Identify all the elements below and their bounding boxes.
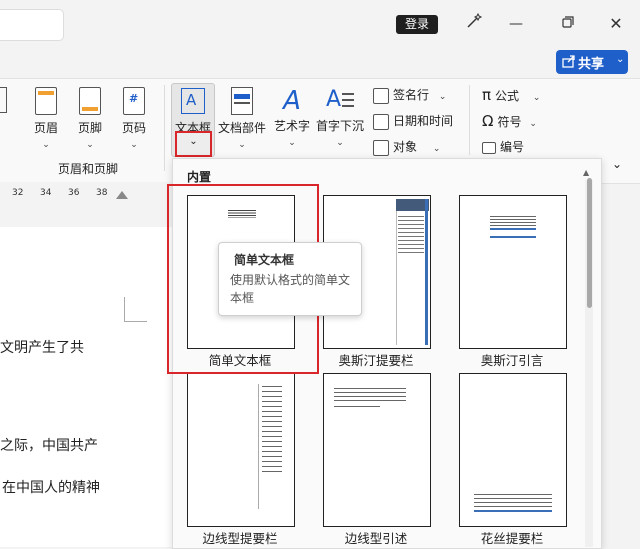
- share-icon: [562, 54, 576, 71]
- wordart-button[interactable]: A 艺术字 ⌄: [272, 87, 312, 148]
- title-bar: 登录 — ✕: [0, 0, 640, 48]
- margin-corner-mark: [124, 297, 147, 322]
- chevron-down-icon: ⌄: [130, 140, 138, 150]
- thumbnail: [187, 373, 295, 527]
- share-label: 共享: [578, 57, 605, 72]
- header-button[interactable]: 页眉 ⌄: [28, 87, 64, 150]
- scrollbar-thumb[interactable]: [587, 178, 592, 308]
- chevron-down-icon: ⌄: [438, 92, 447, 102]
- equation-button[interactable]: π 公式 ⌄: [482, 86, 540, 104]
- gallery-item-filigree-sidebar[interactable]: 花丝提要栏: [445, 373, 575, 548]
- restore-icon[interactable]: [556, 12, 580, 36]
- separator: [469, 85, 470, 155]
- gallery-item-austin-quote[interactable]: 奥斯汀引言: [445, 195, 575, 370]
- chevron-down-icon: ⌄: [86, 140, 94, 150]
- page-icon-partial: [0, 87, 7, 113]
- wordart-icon: A: [283, 86, 301, 116]
- doc-parts-icon: [231, 87, 253, 115]
- gallery-item-border-quote[interactable]: 边线型引述: [309, 373, 439, 548]
- document-text-line: 在中国人的精神: [2, 480, 100, 496]
- footer-button[interactable]: 页脚 ⌄: [72, 87, 108, 150]
- page-number-label: 页码: [121, 121, 146, 135]
- gallery-section-title: 内置: [187, 170, 212, 184]
- close-icon[interactable]: ✕: [604, 12, 628, 36]
- ruler: 32 34 36 38: [0, 182, 175, 208]
- tooltip-title: 简单文本框: [234, 253, 295, 267]
- gallery-item-label: 奥斯汀引言: [480, 353, 544, 368]
- footer-icon: [79, 87, 101, 115]
- chevron-down-icon: ⌄: [238, 140, 246, 150]
- page-number-button[interactable]: # 页码 ⌄: [116, 87, 152, 150]
- number-label: 编号: [500, 140, 525, 154]
- thumbnail: [459, 373, 567, 527]
- chevron-down-icon: ⌄: [288, 138, 296, 148]
- minimize-icon[interactable]: —: [504, 12, 528, 36]
- chevron-down-icon: ⌄: [532, 93, 541, 103]
- magic-wand-icon[interactable]: [462, 12, 486, 36]
- doc-parts-label: 文档部件: [217, 121, 266, 135]
- document-page[interactable]: 文明产生了共 之际，中国共产 在中国人的精神: [0, 227, 175, 547]
- object-label: 对象: [393, 140, 418, 154]
- gallery-item-border-sidebar[interactable]: 边线型提要栏: [173, 373, 303, 548]
- gallery-item-label: 花丝提要栏: [480, 531, 544, 546]
- date-time-label: 日期和时间: [393, 114, 454, 128]
- ruler-tick: 34: [40, 188, 52, 198]
- chevron-down-icon: ⌄: [432, 144, 441, 154]
- ruler-tick: 32: [12, 188, 24, 198]
- dropcap-icon: A: [314, 87, 366, 115]
- signature-line-label: 签名行: [393, 88, 430, 102]
- signature-line-button[interactable]: 签名行 ⌄: [373, 86, 446, 104]
- date-time-button[interactable]: 日期和时间: [373, 112, 453, 130]
- number-icon: [482, 141, 496, 154]
- object-button[interactable]: 对象 ⌄: [373, 138, 440, 156]
- dropcap-label: 首字下沉: [315, 119, 364, 133]
- thumbnail: [323, 373, 431, 527]
- header-footer-group-label: 页眉和页脚: [58, 162, 119, 176]
- footer-label: 页脚: [77, 121, 102, 135]
- gallery-item-label: 边线型引述: [344, 531, 408, 546]
- page-number-icon: #: [123, 87, 145, 115]
- equation-label: 公式: [495, 89, 520, 103]
- object-icon: [373, 139, 389, 156]
- header-label: 页眉: [33, 121, 58, 135]
- share-button[interactable]: 共享 ⌄: [556, 50, 628, 74]
- separator: [164, 85, 165, 171]
- indent-marker[interactable]: [116, 191, 128, 199]
- doc-parts-button[interactable]: 文档部件 ⌄: [216, 87, 268, 150]
- tooltip: 简单文本框 使用默认格式的简单文本框: [218, 242, 362, 316]
- wordart-label: 艺术字: [273, 119, 310, 133]
- textbox-dropdown-arrow[interactable]: ⌄: [175, 131, 212, 157]
- calendar-icon: [373, 113, 389, 130]
- scroll-up-icon[interactable]: ▲: [583, 168, 589, 177]
- symbol-label: 符号: [497, 115, 522, 129]
- chevron-down-icon: ⌄: [42, 140, 50, 150]
- thumbnail: [459, 195, 567, 349]
- ruler-tick: 38: [96, 188, 108, 198]
- gallery-item-label: 边线型提要栏: [202, 531, 278, 546]
- dropcap-button[interactable]: A 首字下沉 ⌄: [314, 87, 366, 148]
- textbox-icon: A: [181, 88, 205, 114]
- collapse-ribbon-icon[interactable]: ⌄: [612, 157, 622, 171]
- search-box[interactable]: [0, 9, 64, 41]
- header-icon: [35, 87, 57, 115]
- ruler-tick: 36: [68, 188, 80, 198]
- gallery-item-label: 奥斯汀提要栏: [338, 353, 414, 368]
- chevron-down-icon[interactable]: ⌄: [616, 54, 624, 65]
- chevron-down-icon: ⌄: [336, 138, 344, 148]
- login-button[interactable]: 登录: [396, 15, 438, 34]
- chevron-down-icon: ⌄: [529, 119, 537, 129]
- pi-icon: π: [482, 86, 492, 104]
- omega-icon: Ω: [482, 112, 494, 130]
- signature-icon: [373, 87, 389, 104]
- tooltip-description: 使用默认格式的简单文本框: [230, 273, 351, 305]
- document-text-line: 文明产生了共: [0, 340, 84, 356]
- document-text-line: 之际，中国共产: [0, 438, 98, 454]
- symbol-button[interactable]: Ω 符号 ⌄: [482, 112, 537, 130]
- number-button[interactable]: 编号: [482, 138, 524, 155]
